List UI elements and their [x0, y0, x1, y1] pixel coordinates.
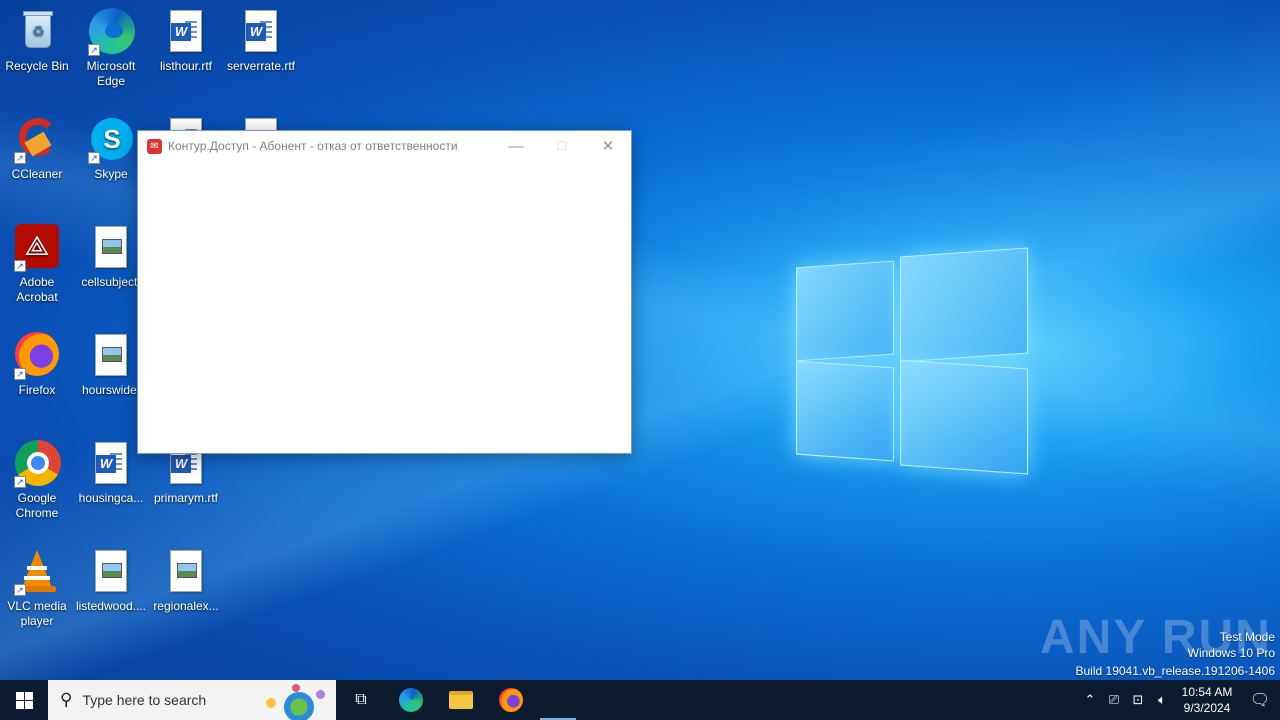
- search-highlight-illustration-icon: [262, 682, 332, 720]
- shortcut-arrow-icon: ↗: [88, 44, 100, 56]
- google-chrome-desktop-icon[interactable]: ↗ Google Chrome: [0, 440, 74, 521]
- meet-now-icon[interactable]: ⎚: [1102, 692, 1126, 708]
- ccleaner-desktop-icon[interactable]: ↗ CCleaner: [0, 116, 74, 182]
- shortcut-arrow-icon: ↗: [14, 152, 26, 164]
- serverrate-file-icon[interactable]: W serverrate.rtf: [224, 8, 298, 74]
- taskbar-clock[interactable]: 10:54 AM 9/3/2024: [1174, 684, 1240, 716]
- word-document-icon: W: [87, 440, 135, 488]
- listhour-file-icon[interactable]: W listhour.rtf: [149, 8, 223, 74]
- ccleaner-icon: ↗: [13, 116, 61, 164]
- taskbar-edge[interactable]: [386, 680, 436, 720]
- skype-icon: S ↗: [87, 116, 135, 164]
- task-view-button[interactable]: ⧉: [336, 680, 386, 720]
- vlc-desktop-icon[interactable]: ↗ VLC media player: [0, 548, 74, 629]
- image-file-icon: [87, 332, 135, 380]
- clock-date: 9/3/2024: [1183, 701, 1231, 715]
- taskbar: ⚲ Type here to search ⧉ ⌃ ⎚ ⊡ 🔈︎ 10:54 A…: [0, 680, 1280, 720]
- notification-center-icon[interactable]: 🗨︎: [1240, 690, 1280, 710]
- dialog-title: Контур.Доступ - Абонент - отказ от ответ…: [168, 139, 458, 153]
- close-button[interactable]: ✕: [585, 131, 631, 161]
- edge-icon: ↗: [87, 8, 135, 56]
- system-tray: ⌃ ⎚ ⊡ 🔈︎ 10:54 AM 9/3/2024 🗨︎: [1078, 680, 1280, 720]
- firefox-icon: [499, 688, 523, 712]
- vlc-cone-icon: ↗: [13, 548, 61, 596]
- image-file-icon: [162, 548, 210, 596]
- folder-icon: [449, 691, 473, 709]
- shortcut-arrow-icon: ↗: [14, 476, 26, 488]
- taskbar-search-box[interactable]: ⚲ Type here to search: [48, 680, 336, 720]
- volume-icon[interactable]: 🔈︎: [1150, 692, 1174, 708]
- image-file-icon: [87, 224, 135, 272]
- listedwood-file-icon[interactable]: listedwood....: [74, 548, 148, 614]
- recycle-bin-desktop-icon[interactable]: ♻ Recycle Bin: [0, 8, 74, 74]
- dialog-content: [138, 161, 631, 453]
- search-icon: ⚲: [60, 690, 73, 709]
- kontur-dialog-window[interactable]: ✉ Контур.Доступ - Абонент - отказ от отв…: [137, 130, 632, 454]
- taskbar-file-explorer[interactable]: [436, 680, 486, 720]
- image-file-icon: [87, 548, 135, 596]
- taskbar-firefox[interactable]: [486, 680, 536, 720]
- maximize-button[interactable]: ☐: [539, 131, 585, 161]
- word-document-icon: W: [162, 8, 210, 56]
- regionalex-file-icon[interactable]: regionalex...: [149, 548, 223, 614]
- word-document-icon: W: [237, 8, 285, 56]
- dialog-titlebar[interactable]: ✉ Контур.Доступ - Абонент - отказ от отв…: [138, 131, 631, 161]
- test-mode-text: Test Mode: [1219, 630, 1275, 644]
- kontur-app-icon: ✉: [147, 138, 162, 154]
- recycle-bin-icon: ♻: [13, 8, 61, 56]
- microsoft-edge-desktop-icon[interactable]: ↗ Microsoft Edge: [74, 8, 148, 89]
- show-hidden-icons-chevron-up-icon[interactable]: ⌃: [1078, 692, 1102, 708]
- edge-icon: [399, 688, 423, 712]
- taskbar-kontur-app[interactable]: [536, 680, 580, 720]
- adobe-acrobat-icon: ⟁ ↗: [13, 224, 61, 272]
- shortcut-arrow-icon: ↗: [14, 368, 26, 380]
- windows-wallpaper-logo: [796, 242, 1028, 478]
- clock-time: 10:54 AM: [1181, 685, 1233, 699]
- shortcut-arrow-icon: ↗: [14, 260, 26, 272]
- windows-start-icon: [15, 691, 33, 709]
- shortcut-arrow-icon: ↗: [88, 152, 100, 164]
- firefox-desktop-icon[interactable]: ↗ Firefox: [0, 332, 74, 398]
- chrome-icon: ↗: [13, 440, 61, 488]
- start-button[interactable]: [0, 680, 48, 720]
- network-icon[interactable]: ⊡: [1126, 692, 1150, 708]
- build-text: Build 19041.vb_release.191206-1406: [1075, 664, 1276, 678]
- task-view-icon: ⧉: [355, 691, 367, 708]
- windows-edition-text: Windows 10 Pro: [1187, 646, 1275, 660]
- adobe-acrobat-desktop-icon[interactable]: ⟁ ↗ Adobe Acrobat: [0, 224, 74, 305]
- firefox-icon: ↗: [13, 332, 61, 380]
- search-placeholder: Type here to search: [82, 692, 207, 708]
- minimize-button[interactable]: —: [493, 131, 539, 161]
- shortcut-arrow-icon: ↗: [14, 584, 26, 596]
